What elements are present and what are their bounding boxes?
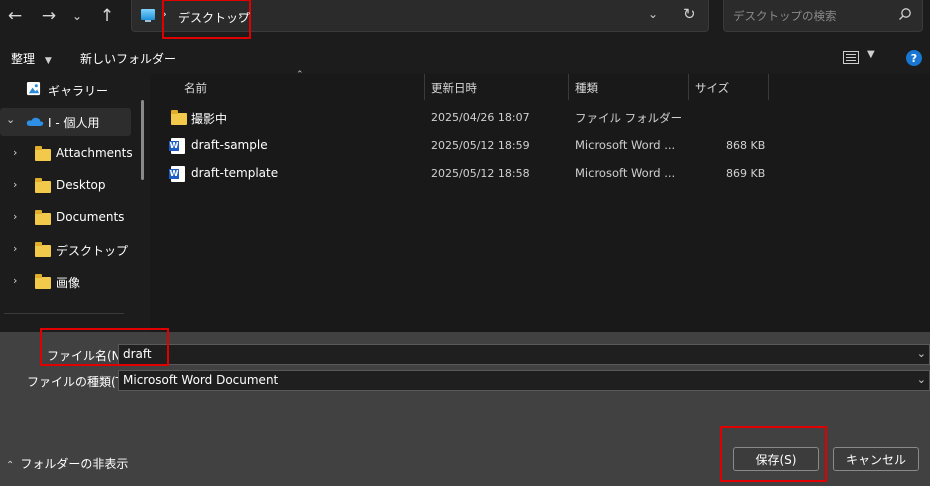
column-header-type[interactable]: 種類 <box>575 80 598 96</box>
organize-label: 整理 <box>11 52 36 66</box>
file-row[interactable]: 撮影中 2025/04/26 18:07 ファイル フォルダー <box>164 104 764 132</box>
onedrive-cloud-icon <box>26 117 44 126</box>
organize-button[interactable]: 整理 ▼ <box>11 50 52 67</box>
nav-item-label: Attachments <box>56 146 133 160</box>
search-box[interactable]: デスクトップの検索 <box>723 0 923 32</box>
file-name: 撮影中 <box>191 112 228 126</box>
collapsed-chevron-icon[interactable]: › <box>13 210 17 223</box>
this-pc-icon <box>141 9 155 22</box>
nav-item-label: I - 個人用 <box>48 116 100 130</box>
folder-icon <box>35 242 51 257</box>
forward-arrow-icon[interactable]: → <box>35 4 63 28</box>
file-row[interactable]: draft-template 2025/05/12 18:58 Microsof… <box>164 160 766 188</box>
search-icon <box>899 8 911 20</box>
file-name: draft-template <box>191 166 279 180</box>
file-list: ⌃ 名前 更新日時 種類 サイズ 撮影中 2025/04/26 18:07 ファ… <box>150 70 930 332</box>
filetype-label: ファイルの種類(T): <box>27 375 132 389</box>
file-name: draft-sample <box>191 138 268 152</box>
view-options-icon[interactable] <box>843 51 859 64</box>
column-header-size[interactable]: サイズ <box>695 80 729 96</box>
filetype-dropdown-icon[interactable]: ⌄ <box>917 373 926 386</box>
nav-item-documents[interactable]: › Documents <box>0 204 131 232</box>
folder-icon <box>35 146 51 161</box>
recent-locations-chevron-icon[interactable]: ⌄ <box>63 4 91 28</box>
file-type: Microsoft Word ... <box>575 138 676 152</box>
back-arrow-icon[interactable]: ← <box>1 4 29 28</box>
nav-item-label: Documents <box>56 210 125 224</box>
sort-ascending-icon: ⌃ <box>296 70 304 80</box>
cancel-button[interactable]: キャンセル <box>833 447 919 471</box>
refresh-icon[interactable]: ↻ <box>683 5 696 23</box>
nav-item-label: ギャラリー <box>48 84 109 98</box>
column-divider[interactable] <box>768 74 769 100</box>
organize-dropdown-icon: ▼ <box>44 56 52 66</box>
filetype-select[interactable]: Microsoft Word Document ⌄ <box>118 370 930 391</box>
address-history-dropdown-icon[interactable]: ⌄ <box>648 7 658 21</box>
breadcrumb-highlight-box: デスクトップ › <box>162 0 251 39</box>
nav-item-label: Desktop <box>56 178 106 192</box>
word-document-icon <box>169 138 185 154</box>
file-type: Microsoft Word ... <box>575 166 676 180</box>
file-size: 868 KB <box>726 139 766 152</box>
word-document-icon <box>169 166 185 182</box>
address-bar[interactable]: › デスクトップ › ⌄ ↻ <box>131 0 709 39</box>
nav-scrollbar[interactable] <box>141 100 144 180</box>
hide-folders-label: フォルダーの非表示 <box>20 457 129 471</box>
collapsed-chevron-icon[interactable]: › <box>13 242 17 255</box>
filetype-value: Microsoft Word Document <box>123 373 279 387</box>
collapsed-chevron-icon[interactable]: › <box>13 146 17 159</box>
command-bar: 整理 ▼ 新しいフォルダー ▼ ? <box>0 40 930 74</box>
nav-item-pictures[interactable]: › 画像 <box>0 268 131 296</box>
column-divider[interactable] <box>424 74 425 100</box>
gallery-icon <box>26 81 41 96</box>
column-header-modified[interactable]: 更新日時 <box>431 80 477 96</box>
filename-highlight-box <box>40 328 169 366</box>
navigation-pane: ギャラリー ⌄ I - 個人用 › Attachments › Desktop … <box>0 74 139 332</box>
file-modified: 2025/04/26 18:07 <box>431 111 530 124</box>
nav-item-label: 画像 <box>56 276 81 290</box>
nav-item-label: デスクトップ <box>56 244 129 258</box>
column-header-name[interactable]: 名前 <box>184 80 207 96</box>
file-type: ファイル フォルダー <box>575 111 683 125</box>
folder-icon <box>35 210 51 225</box>
file-modified: 2025/05/12 18:59 <box>431 139 530 152</box>
hide-folders-toggle[interactable]: ⌃ フォルダーの非表示 <box>6 455 128 472</box>
breadcrumb-chevron-icon[interactable]: › <box>238 9 243 23</box>
new-folder-button[interactable]: 新しいフォルダー <box>80 50 176 67</box>
nav-divider <box>4 313 124 314</box>
help-icon[interactable]: ? <box>906 50 922 66</box>
view-dropdown-icon[interactable]: ▼ <box>867 49 875 60</box>
nav-item-onedrive-personal[interactable]: ⌄ I - 個人用 <box>0 108 131 136</box>
nav-item-desktop[interactable]: › Desktop <box>0 172 131 200</box>
expanded-chevron-icon[interactable]: ⌄ <box>6 113 15 126</box>
folder-icon <box>35 178 51 193</box>
file-modified: 2025/05/12 18:58 <box>431 167 530 180</box>
nav-item-gallery[interactable]: ギャラリー <box>0 76 131 104</box>
up-arrow-icon[interactable]: ↑ <box>93 4 121 28</box>
nav-item-attachments[interactable]: › Attachments <box>0 140 133 168</box>
file-size: 869 KB <box>726 167 766 180</box>
search-placeholder[interactable]: デスクトップの検索 <box>733 8 837 24</box>
save-highlight-box <box>720 426 827 482</box>
chevron-up-icon: ⌃ <box>6 460 15 471</box>
filename-input[interactable]: draft ⌄ <box>118 344 930 365</box>
nav-item-desktop-jp[interactable]: › デスクトップ <box>0 236 131 264</box>
file-row[interactable]: draft-sample 2025/05/12 18:59 Microsoft … <box>164 132 766 160</box>
filename-dropdown-icon[interactable]: ⌄ <box>917 347 926 360</box>
column-divider[interactable] <box>568 74 569 100</box>
collapsed-chevron-icon[interactable]: › <box>13 274 17 287</box>
folder-icon <box>35 274 51 289</box>
collapsed-chevron-icon[interactable]: › <box>13 178 17 191</box>
column-divider[interactable] <box>688 74 689 100</box>
address-toolbar: ← → ⌄ ↑ › デスクトップ › ⌄ ↻ デスクトップの検索 <box>0 0 930 40</box>
folder-icon <box>171 110 187 125</box>
